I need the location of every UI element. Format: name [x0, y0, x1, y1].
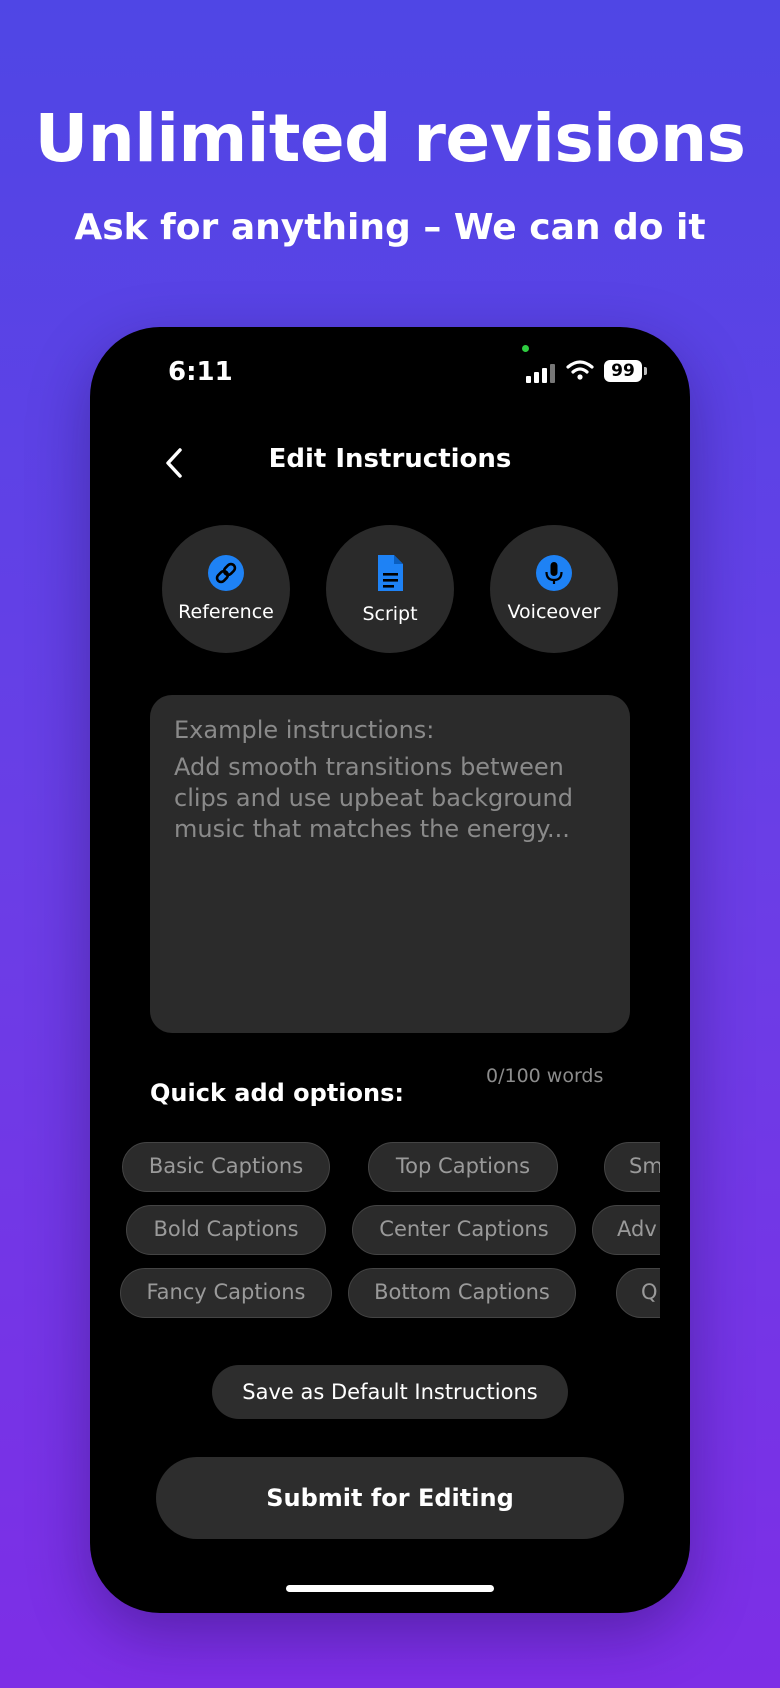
- placeholder-body: Add smooth transitions between clips and…: [174, 753, 573, 843]
- chip-top-captions[interactable]: Top Captions: [368, 1142, 558, 1192]
- phone-frame: 6:11 99 Edit Instructions Reference Scri…: [90, 327, 690, 1613]
- camera-indicator: [522, 345, 529, 352]
- chip-bold-captions[interactable]: Bold Captions: [126, 1205, 326, 1255]
- voiceover-button[interactable]: Voiceover: [490, 525, 618, 653]
- battery-tip: [644, 367, 647, 375]
- page-title: Edit Instructions: [268, 444, 512, 474]
- save-default-button[interactable]: Save as Default Instructions: [212, 1365, 568, 1419]
- battery-indicator: 99: [604, 360, 642, 382]
- chip-basic-captions[interactable]: Basic Captions: [122, 1142, 330, 1192]
- cellular-signal-icon: [526, 363, 556, 383]
- instructions-input[interactable]: Example instructions: Add smooth transit…: [150, 695, 630, 1033]
- microphone-icon: [536, 555, 572, 591]
- chip-partial-adv[interactable]: Adv: [592, 1205, 660, 1255]
- chip-bottom-captions[interactable]: Bottom Captions: [348, 1268, 576, 1318]
- quick-add-label: Quick add options:: [150, 1079, 404, 1107]
- chip-partial-q[interactable]: Q: [616, 1268, 660, 1318]
- status-time: 6:11: [168, 357, 233, 387]
- reference-label: Reference: [178, 601, 274, 623]
- chip-partial-sm[interactable]: Sm: [604, 1142, 660, 1192]
- wifi-icon: [566, 360, 594, 380]
- voiceover-label: Voiceover: [507, 601, 601, 623]
- script-label: Script: [362, 603, 418, 625]
- script-button[interactable]: Script: [326, 525, 454, 653]
- home-indicator[interactable]: [286, 1585, 494, 1592]
- reference-button[interactable]: Reference: [162, 525, 290, 653]
- submit-button[interactable]: Submit for Editing: [156, 1457, 624, 1539]
- word-count: 0/100 words: [486, 1065, 604, 1087]
- chip-fancy-captions[interactable]: Fancy Captions: [120, 1268, 332, 1318]
- chip-center-captions[interactable]: Center Captions: [352, 1205, 576, 1255]
- link-icon: [208, 555, 244, 591]
- hero-title: Unlimited revisions: [34, 100, 746, 177]
- placeholder-heading: Example instructions:: [174, 716, 435, 744]
- document-icon: [378, 555, 403, 591]
- hero-subtitle: Ask for anything – We can do it: [74, 207, 706, 248]
- quick-add-chips: Basic Captions Top Captions Sm Bold Capt…: [90, 1142, 660, 1342]
